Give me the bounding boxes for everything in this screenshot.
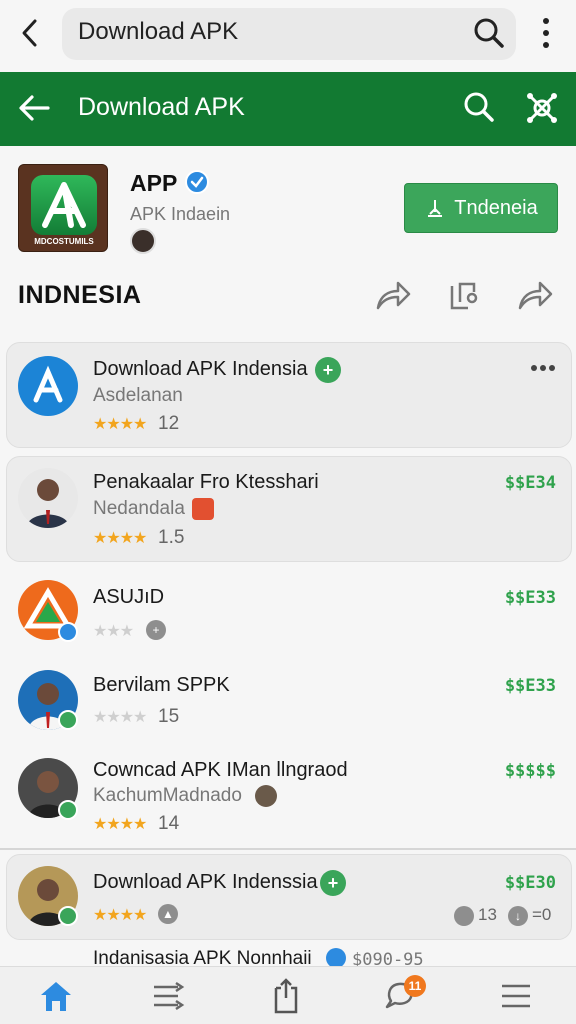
- chevron-left-icon: [22, 19, 37, 47]
- app-icon: MDCOSTUMILS: [18, 164, 108, 252]
- item-avatar: [18, 356, 78, 416]
- install-button-label: Tndeneia: [454, 196, 538, 219]
- item-subtitle: Nedandala: [93, 498, 185, 519]
- bookmark-link-icon: [450, 282, 478, 310]
- home-icon: [41, 982, 71, 1011]
- stat-value: 13: [478, 905, 497, 924]
- browser-search-button[interactable]: [472, 16, 506, 50]
- arrow-left-icon: [19, 95, 50, 121]
- status-badge: [58, 710, 78, 730]
- item-title: Download APK Indensia: [93, 358, 308, 380]
- hamburger-icon: [502, 984, 530, 1008]
- item-price: $$E33: [504, 588, 556, 608]
- nav-home-button[interactable]: [36, 976, 76, 1016]
- search-icon: [474, 18, 504, 48]
- more-horizontal-icon: [531, 365, 555, 371]
- app-name: APP: [130, 170, 178, 196]
- rating-value: 15: [158, 706, 180, 727]
- info-icon: ▲: [158, 904, 178, 924]
- hot-tag-icon: [192, 498, 214, 520]
- item-title: Penakaalar Fro Ktesshari: [93, 471, 319, 493]
- app-subtitle: APK Indaein: [130, 204, 231, 224]
- rating-stars: ★★★★: [93, 816, 147, 833]
- save-button[interactable]: [446, 278, 482, 312]
- address-bar-text[interactable]: Download APK: [78, 18, 238, 46]
- verified-badge-icon: [326, 948, 346, 968]
- stat-value: =0: [532, 905, 552, 924]
- item-price: $$E33: [504, 676, 556, 696]
- item-menu-button[interactable]: [530, 362, 556, 374]
- item-title: Bervilam SPPK: [93, 674, 230, 696]
- developer-avatar: [130, 228, 156, 254]
- upload-icon: [274, 978, 298, 1014]
- header-search-button[interactable]: [462, 90, 496, 124]
- network-icon: [527, 93, 557, 123]
- item-subtitle: Asdelanan: [93, 385, 183, 406]
- browser-menu-button[interactable]: [536, 16, 556, 50]
- info-icon: +: [146, 620, 166, 640]
- item-title: ASUJıD: [93, 586, 165, 608]
- forward-arrow-icon: [518, 281, 553, 310]
- rating-value: 14: [158, 813, 180, 834]
- divider: [0, 848, 576, 850]
- stat-icon: [454, 906, 474, 926]
- rating-stars: ★★★★: [93, 530, 147, 547]
- share-button[interactable]: [374, 278, 412, 312]
- item-avatar: [18, 468, 78, 528]
- rating-value: 1.5: [158, 527, 185, 548]
- header-title: Download APK: [78, 93, 245, 121]
- developer-avatar: [255, 785, 277, 807]
- status-badge: [58, 622, 78, 642]
- list-arrow-icon: [154, 981, 185, 1011]
- browser-back-button[interactable]: [14, 16, 46, 50]
- rating-stars: ★★★★: [93, 709, 147, 726]
- app-icon-caption: MDCOSTUMILS: [34, 237, 94, 246]
- header-share-button[interactable]: [524, 90, 560, 126]
- share-arrow-icon: [376, 281, 411, 310]
- rating-value: 12: [158, 413, 180, 434]
- verified-icon: +: [320, 870, 346, 896]
- rating-stars: ★★★: [93, 623, 134, 640]
- item-title: Download APK Indenssia: [93, 871, 318, 893]
- nav-menu-button[interactable]: [496, 976, 536, 1016]
- item-title: Cowncad APK IMan llngraod: [93, 759, 348, 781]
- header-back-button[interactable]: [16, 90, 52, 126]
- item-price: $$E30: [504, 873, 556, 893]
- install-button[interactable]: Tndeneia: [404, 183, 558, 233]
- status-badge: [58, 906, 78, 926]
- item-price: $$$$$: [504, 761, 556, 781]
- verified-icon: +: [315, 357, 341, 383]
- rating-stars: ★★★★: [93, 907, 147, 924]
- more-vertical-icon: [543, 18, 549, 48]
- item-subtitle: KachumMadnado: [93, 785, 242, 806]
- verified-badge-icon: [185, 170, 209, 194]
- item-price: $$E34: [504, 473, 556, 493]
- download-icon: [428, 200, 443, 217]
- rating-stars: ★★★★: [93, 416, 147, 433]
- nav-share-button[interactable]: [266, 976, 306, 1016]
- nav-list-button[interactable]: [148, 976, 188, 1016]
- list-item[interactable]: [6, 854, 572, 940]
- search-icon: [464, 92, 494, 122]
- app-logo-icon: [42, 182, 86, 228]
- download-count-icon: ↓: [508, 906, 528, 926]
- section-title: INDNESIA: [18, 281, 142, 309]
- browser-bar: Download APK: [0, 0, 576, 72]
- forward-button[interactable]: [516, 278, 554, 312]
- notification-badge: 11: [404, 975, 426, 997]
- status-badge: [58, 800, 78, 820]
